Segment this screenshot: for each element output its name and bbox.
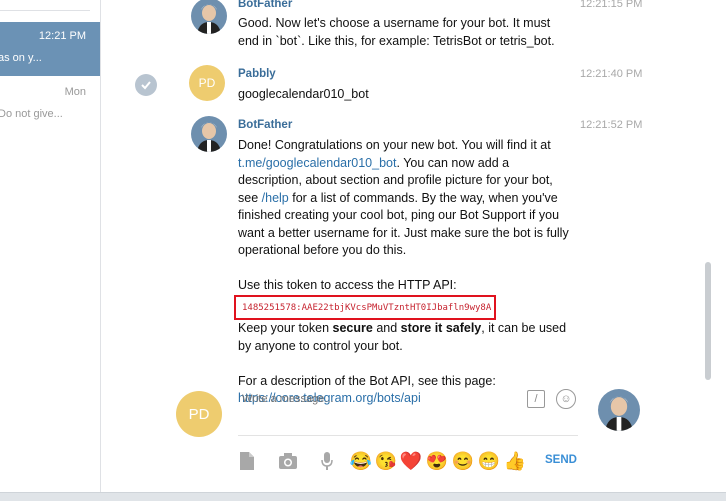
message-author[interactable]: BotFather [238, 119, 292, 131]
scrollbar-thumb[interactable] [705, 262, 711, 380]
emoji-kiss-icon[interactable]: 😘 [375, 450, 397, 472]
chat-list-item[interactable]: Mon Do not give... [0, 78, 100, 132]
bot-link[interactable]: t.me/googlecalendar010_bot [238, 156, 396, 170]
message-time: 12:21:40 PM [580, 68, 643, 80]
chat-list-panel: 12:21 PM as on y... Mon Do not give... [0, 0, 101, 492]
bot-avatar[interactable] [598, 389, 640, 431]
emoji-heart-icon[interactable]: ❤️ [400, 450, 422, 472]
composer-avatar[interactable]: PD [176, 391, 222, 437]
message-input[interactable] [238, 388, 526, 410]
botfather-avatar[interactable] [191, 0, 227, 34]
conversation-panel: BotFather 12:21:15 PM Good. Now let's ch… [101, 0, 726, 492]
emoji-heart-eyes-icon[interactable]: 😍 [426, 450, 448, 472]
chat-time: Mon [64, 86, 86, 98]
chat-list-item-active[interactable]: 12:21 PM as on y... [0, 22, 100, 76]
chat-snippet: as on y... [0, 52, 42, 64]
help-link[interactable]: /help [262, 191, 289, 205]
botfather-avatar[interactable] [191, 116, 227, 152]
emphasis-store: store it safely [400, 321, 482, 335]
message-text-part: and [376, 321, 398, 335]
emoji-grin-icon[interactable]: 😁 [478, 450, 500, 472]
chat-list-top-item[interactable] [0, 0, 90, 11]
microphone-icon[interactable] [316, 450, 338, 472]
message-time: 12:21:52 PM [580, 119, 643, 131]
send-button[interactable]: SEND [545, 454, 577, 466]
emphasis-secure: secure [332, 321, 373, 335]
message-text: Done! Congratulations on your new bot. Y… [234, 137, 573, 408]
emoji-blush-icon[interactable]: 😊 [452, 450, 474, 472]
message-text: googlecalendar010_bot [238, 87, 369, 101]
message-text: Good. Now let's choose a username for yo… [238, 16, 555, 48]
file-icon[interactable] [236, 450, 258, 472]
check-icon[interactable] [135, 74, 157, 96]
chat-time: 12:21 PM [38, 30, 86, 42]
emoji-joy-icon[interactable]: 😂 [350, 450, 372, 472]
emoji-thumbs-up-icon[interactable]: 👍 [504, 450, 526, 472]
message-text-part: Keep your token [238, 321, 330, 335]
message-text-intro: Done! Congratulations on your new bot. Y… [238, 138, 551, 152]
camera-icon[interactable] [277, 450, 299, 472]
token-label: Use this token to access the HTTP API: [238, 278, 457, 292]
commands-icon[interactable]: / [527, 390, 545, 408]
input-divider [238, 435, 578, 436]
emoji-icon[interactable]: ☺ [556, 389, 576, 409]
message-author[interactable]: Pabbly [238, 68, 276, 80]
message-time: 12:21:15 PM [580, 0, 643, 10]
pabbly-avatar[interactable]: PD [189, 65, 225, 101]
token-highlight-box: 1485251578:AAE22tbjKVcsPMuVTzntHT0IJbafl… [234, 294, 497, 320]
api-token[interactable]: 1485251578:AAE22tbjKVcsPMuVTzntHT0IJbafl… [242, 303, 491, 313]
chat-snippet: Do not give... [0, 108, 63, 120]
message-author[interactable]: BotFather [238, 0, 292, 10]
message-composer: PD / ☺ 😂 😘 ❤️ 😍 😊 😁 👍 SEND [101, 380, 721, 492]
